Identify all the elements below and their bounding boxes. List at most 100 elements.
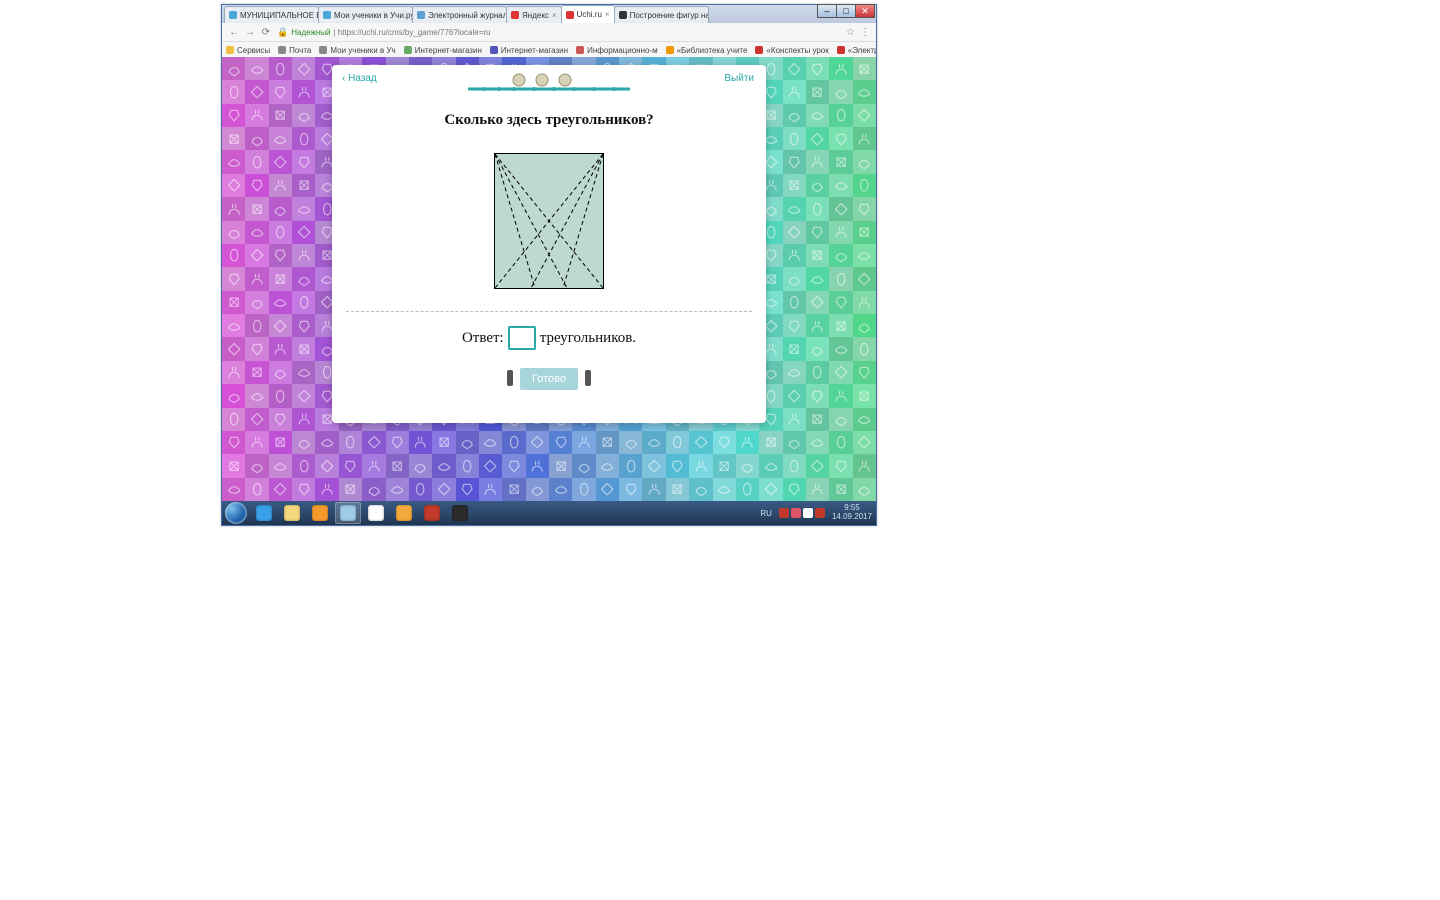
grid-cell bbox=[829, 221, 852, 244]
bookmark-item[interactable]: Сервисы bbox=[226, 46, 270, 55]
window-controls: – □ ✕ bbox=[818, 4, 875, 18]
doodle-icon bbox=[226, 294, 242, 310]
browser-menu-icon[interactable]: ⋮ bbox=[860, 27, 870, 38]
start-button[interactable] bbox=[225, 502, 247, 524]
grid-cell bbox=[596, 478, 619, 501]
grid-cell bbox=[245, 57, 268, 80]
grid-cell bbox=[479, 454, 502, 477]
taskbar-app-paint[interactable] bbox=[335, 502, 361, 524]
grid-cell bbox=[829, 478, 852, 501]
bookmark-item[interactable]: «Библиотека учите bbox=[666, 46, 748, 55]
clock[interactable]: 9:55 14.09.2017 bbox=[832, 504, 872, 522]
done-button[interactable]: Готово bbox=[520, 368, 578, 390]
bookmark-item[interactable]: Информационно-м bbox=[576, 46, 658, 55]
taskbar-app-app-dark[interactable] bbox=[447, 502, 473, 524]
tray-icon[interactable] bbox=[791, 508, 801, 518]
nav-back-icon[interactable]: ← bbox=[228, 26, 240, 38]
doodle-icon bbox=[529, 434, 545, 450]
grid-cell bbox=[222, 384, 245, 407]
browser-tab[interactable]: Uchi.ru× bbox=[561, 5, 615, 23]
grid-cell bbox=[783, 150, 806, 173]
doodle-icon bbox=[249, 458, 265, 474]
doodle-icon bbox=[786, 341, 802, 357]
minimize-button[interactable]: – bbox=[817, 4, 837, 18]
doodle-icon bbox=[319, 481, 335, 497]
taskbar-app-outlook[interactable] bbox=[391, 502, 417, 524]
nav-forward-icon[interactable]: → bbox=[244, 26, 256, 38]
triangle-figure bbox=[494, 153, 604, 289]
grid-cell bbox=[269, 104, 292, 127]
doodle-icon bbox=[272, 177, 288, 193]
language-indicator[interactable]: RU bbox=[760, 509, 772, 518]
bookmark-item[interactable]: Интернет-магазин bbox=[404, 46, 482, 55]
doodle-icon bbox=[226, 131, 242, 147]
doodle-icon bbox=[856, 107, 872, 123]
doodle-icon bbox=[272, 247, 288, 263]
browser-tab[interactable]: Мои ученики в Учи.ру× bbox=[318, 6, 413, 23]
bookmark-item[interactable]: «Электронный жур bbox=[837, 46, 876, 55]
grid-cell bbox=[222, 337, 245, 360]
grid-cell bbox=[806, 267, 829, 290]
grid-cell bbox=[829, 197, 852, 220]
grid-cell bbox=[269, 244, 292, 267]
doodle-icon bbox=[856, 411, 872, 427]
bookmark-item[interactable]: Интернет-магазин bbox=[490, 46, 568, 55]
nav-reload-icon[interactable]: ⟳ bbox=[260, 26, 272, 38]
bookmark-item[interactable]: «Конспекты урок bbox=[755, 46, 828, 55]
tray-icon[interactable] bbox=[815, 508, 825, 518]
bookmark-item[interactable]: Почта bbox=[278, 46, 311, 55]
taskbar-app-ie[interactable] bbox=[251, 502, 277, 524]
url-text[interactable]: | https://uchi.ru/cms/by_game/776?locale… bbox=[333, 28, 843, 37]
answer-input[interactable] bbox=[508, 326, 536, 350]
tray-icon[interactable] bbox=[779, 508, 789, 518]
browser-tab[interactable]: Построение фигур на пл× bbox=[614, 6, 709, 23]
doodle-icon bbox=[833, 481, 849, 497]
grid-cell bbox=[783, 361, 806, 384]
doodle-icon bbox=[319, 458, 335, 474]
doodle-icon bbox=[786, 84, 802, 100]
tray-icon[interactable] bbox=[803, 508, 813, 518]
doodle-icon bbox=[623, 434, 639, 450]
exit-link[interactable]: Выйти bbox=[724, 73, 754, 84]
grid-cell bbox=[829, 337, 852, 360]
back-link[interactable]: ‹ Назад bbox=[342, 73, 377, 84]
system-tray[interactable] bbox=[778, 508, 826, 518]
taskbar-app-chrome[interactable] bbox=[363, 502, 389, 524]
doodle-icon bbox=[809, 84, 825, 100]
doodle-icon bbox=[669, 458, 685, 474]
address-bar: ← → ⟳ 🔒 Надежный | https://uchi.ru/cms/b… bbox=[222, 23, 876, 42]
doodle-icon bbox=[296, 411, 312, 427]
browser-tab[interactable]: МУНИЦИПАЛЬНОЕ БЮДЖ× bbox=[224, 6, 319, 23]
tab-close-icon[interactable]: × bbox=[552, 11, 557, 20]
bookmark-item[interactable]: Мои ученики в Уч bbox=[319, 46, 395, 55]
close-button[interactable]: ✕ bbox=[855, 4, 875, 18]
doodle-icon bbox=[786, 434, 802, 450]
taskbar-app-wmp[interactable] bbox=[307, 502, 333, 524]
browser-tab[interactable]: Электронный журнал× bbox=[412, 6, 507, 23]
bookmark-label: Сервисы bbox=[237, 46, 270, 55]
grid-cell bbox=[269, 408, 292, 431]
taskbar-app-app-red[interactable] bbox=[419, 502, 445, 524]
doodle-icon bbox=[856, 341, 872, 357]
doodle-icon bbox=[693, 434, 709, 450]
doodle-icon bbox=[412, 481, 428, 497]
grid-cell bbox=[269, 174, 292, 197]
grid-cell bbox=[245, 104, 268, 127]
grid-cell bbox=[479, 478, 502, 501]
doodle-icon bbox=[296, 388, 312, 404]
doodle-icon bbox=[809, 154, 825, 170]
maximize-button[interactable]: □ bbox=[836, 4, 856, 18]
doodle-icon bbox=[786, 61, 802, 77]
bookmark-star-icon[interactable]: ☆ bbox=[846, 27, 855, 38]
doodle-icon bbox=[226, 271, 242, 287]
doodle-icon bbox=[249, 364, 265, 380]
grid-cell bbox=[642, 454, 665, 477]
grid-cell bbox=[292, 291, 315, 314]
taskbar-app-explorer[interactable] bbox=[279, 502, 305, 524]
tab-close-icon[interactable]: × bbox=[605, 10, 610, 19]
app-icon bbox=[256, 505, 272, 521]
doodle-icon bbox=[226, 224, 242, 240]
grid-cell bbox=[269, 57, 292, 80]
browser-tab[interactable]: Яндекс× bbox=[506, 6, 562, 23]
doodle-icon bbox=[833, 271, 849, 287]
